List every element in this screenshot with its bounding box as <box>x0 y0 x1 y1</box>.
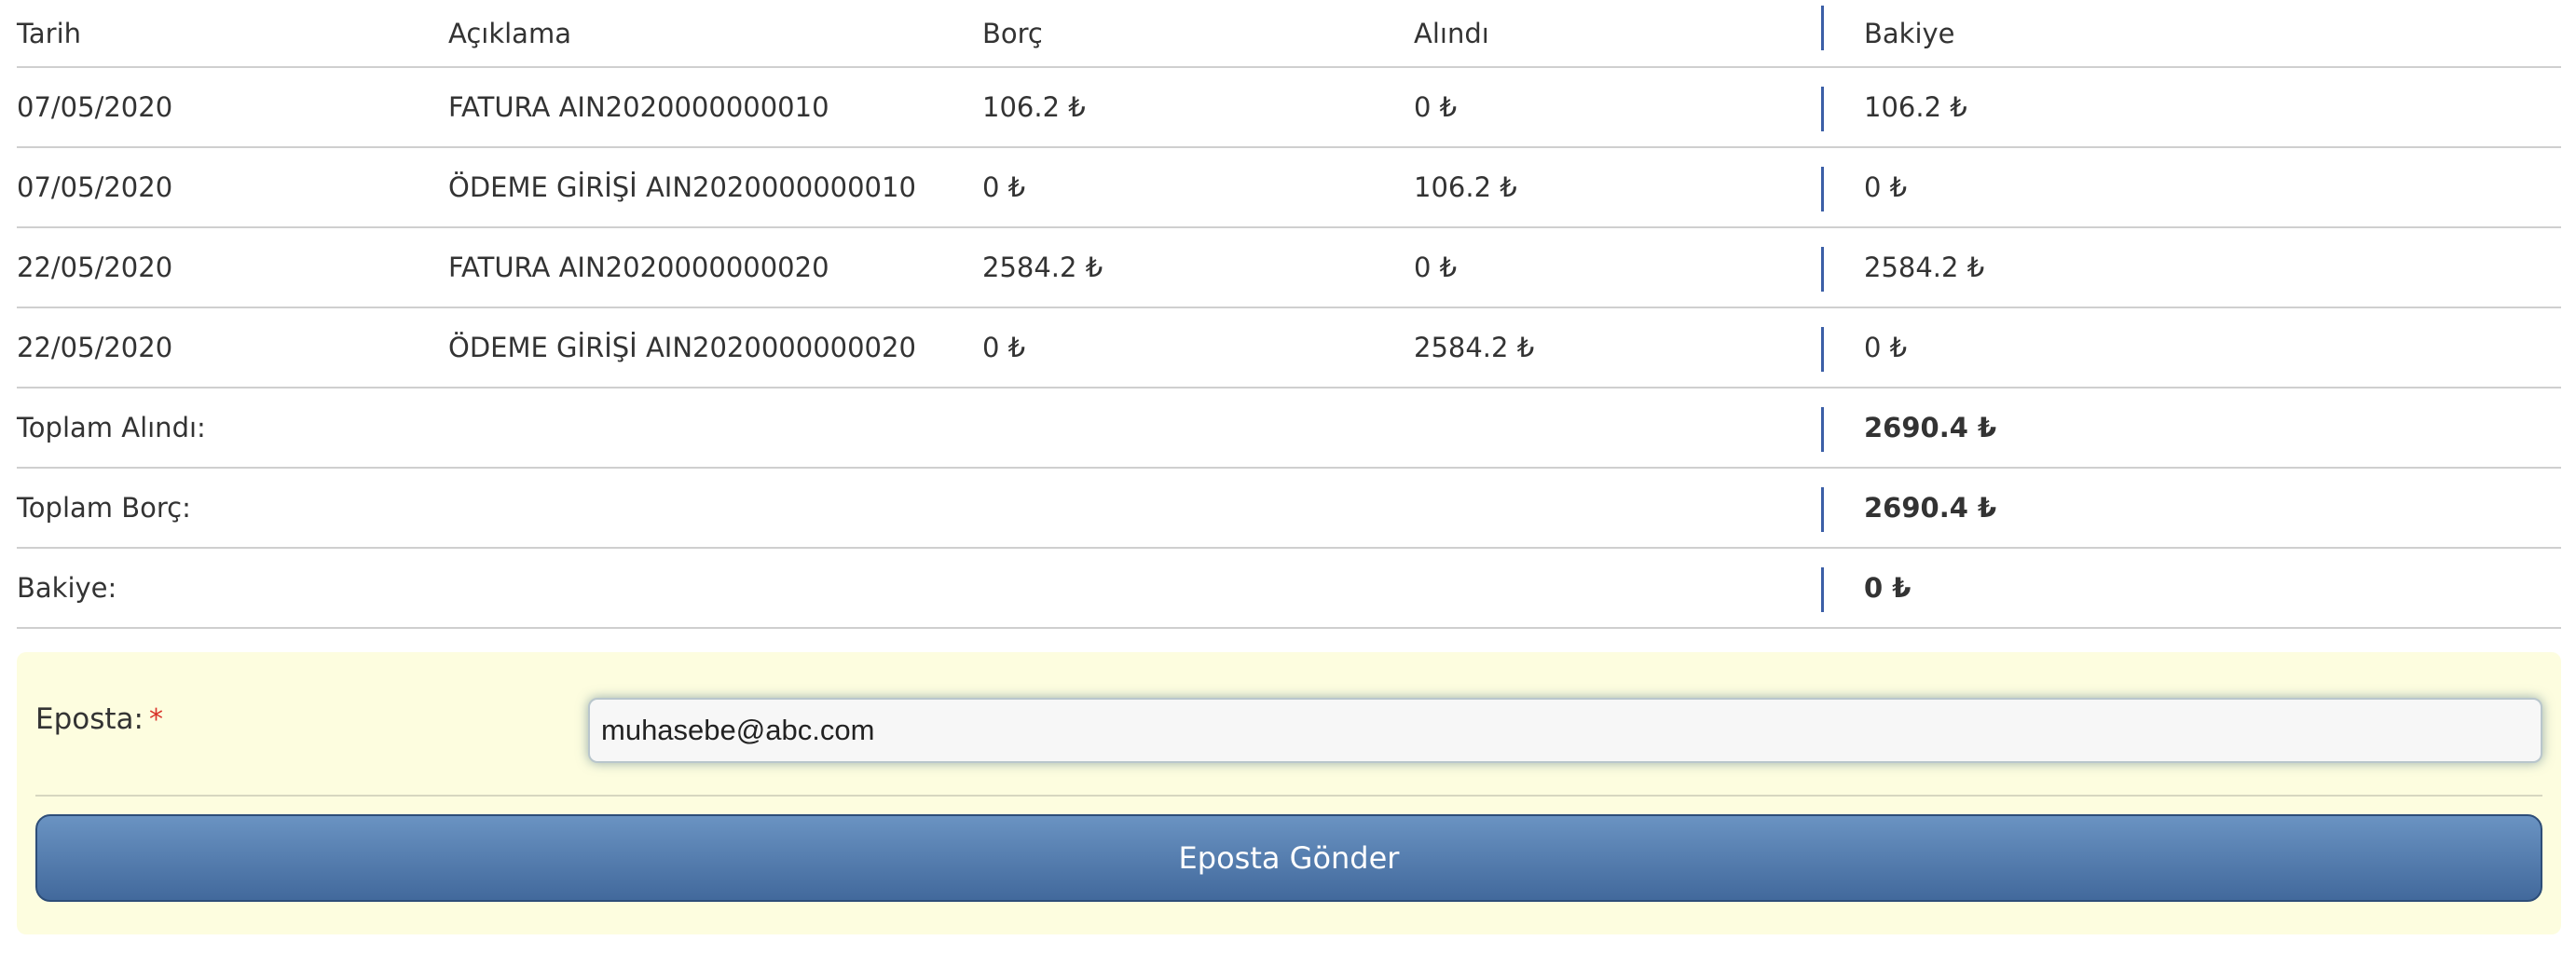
required-indicator: * <box>148 703 163 736</box>
row-received: 2584.2 ₺ <box>1414 332 1535 363</box>
balance-column-divider <box>1821 247 1824 292</box>
row-debt: 106.2 ₺ <box>982 91 1086 123</box>
summary-value: 2690.4 ₺ <box>1864 492 1997 524</box>
summary-value: 0 ₺ <box>1864 572 1911 604</box>
row-description: ÖDEME GİRİŞİ AIN2020000000010 <box>448 171 916 203</box>
statement-page: Tarih Açıklama Borç Alındı Bakiye 07/05/… <box>0 0 2576 954</box>
account-statement-table: Tarih Açıklama Borç Alındı Bakiye 07/05/… <box>17 0 2561 629</box>
summary-label: Toplam Alındı: <box>17 412 206 443</box>
summary-row-total-debt: Toplam Borç: 2690.4 ₺ <box>17 469 2561 549</box>
balance-column-divider <box>1821 87 1824 131</box>
table-row: 07/05/2020 ÖDEME GİRİŞİ AIN2020000000010… <box>17 148 2561 228</box>
table-header-row: Tarih Açıklama Borç Alındı Bakiye <box>17 0 2561 68</box>
balance-column-divider <box>1821 327 1824 372</box>
header-description: Açıklama <box>448 17 571 49</box>
row-balance: 106.2 ₺ <box>1864 91 1967 123</box>
header-debt: Borç <box>982 17 1043 49</box>
balance-column-divider <box>1821 167 1824 211</box>
balance-column-divider <box>1821 6 1824 50</box>
header-received: Alındı <box>1414 17 1489 49</box>
row-description: FATURA AIN2020000000010 <box>448 91 829 123</box>
row-date: 07/05/2020 <box>17 171 173 203</box>
row-date: 22/05/2020 <box>17 332 173 363</box>
summary-label: Toplam Borç: <box>17 492 191 524</box>
balance-column-divider <box>1821 487 1824 532</box>
form-divider <box>35 795 2542 797</box>
balance-column-divider <box>1821 567 1824 612</box>
email-label: Eposta: * <box>35 702 163 736</box>
row-received: 106.2 ₺ <box>1414 171 1517 203</box>
table-row: 22/05/2020 FATURA AIN2020000000020 2584.… <box>17 228 2561 308</box>
balance-column-divider <box>1821 407 1824 452</box>
row-description: FATURA AIN2020000000020 <box>448 252 829 283</box>
row-balance: 0 ₺ <box>1864 332 1908 363</box>
header-date: Tarih <box>17 17 82 49</box>
send-email-button[interactable]: Eposta Gönder <box>35 814 2542 902</box>
row-balance: 2584.2 ₺ <box>1864 252 1985 283</box>
summary-value: 2690.4 ₺ <box>1864 412 1997 443</box>
summary-label: Bakiye: <box>17 572 117 604</box>
row-balance: 0 ₺ <box>1864 171 1908 203</box>
table-row: 22/05/2020 ÖDEME GİRİŞİ AIN2020000000020… <box>17 308 2561 388</box>
email-label-text: Eposta: <box>35 702 144 736</box>
row-received: 0 ₺ <box>1414 91 1458 123</box>
summary-row-total-received: Toplam Alındı: 2690.4 ₺ <box>17 388 2561 469</box>
header-balance: Bakiye <box>1864 17 1955 49</box>
email-input[interactable] <box>588 698 2542 763</box>
row-date: 22/05/2020 <box>17 252 173 283</box>
summary-row-balance: Bakiye: 0 ₺ <box>17 549 2561 629</box>
row-description: ÖDEME GİRİŞİ AIN2020000000020 <box>448 332 916 363</box>
row-debt: 0 ₺ <box>982 171 1026 203</box>
row-date: 07/05/2020 <box>17 91 173 123</box>
row-debt: 0 ₺ <box>982 332 1026 363</box>
table-row: 07/05/2020 FATURA AIN2020000000010 106.2… <box>17 68 2561 148</box>
row-debt: 2584.2 ₺ <box>982 252 1103 283</box>
row-received: 0 ₺ <box>1414 252 1458 283</box>
email-form-panel: Eposta:* Eposta Gönder <box>17 652 2561 934</box>
